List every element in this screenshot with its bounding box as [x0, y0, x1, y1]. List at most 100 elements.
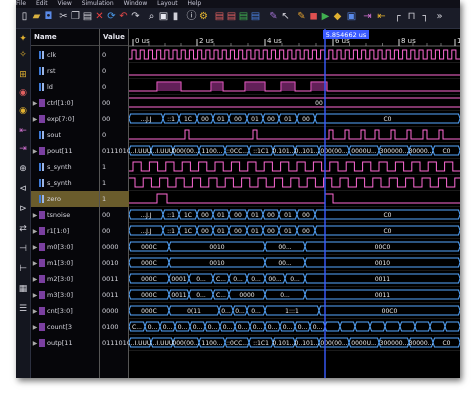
- expand-arrow-icon[interactable]: ▶: [31, 320, 39, 335]
- swap-cursors-icon[interactable]: ⇄: [17, 223, 29, 235]
- bus-signal-icon: [39, 323, 45, 331]
- menu-edit[interactable]: Edit: [36, 0, 48, 7]
- signal-row[interactable]: ▶ tsnoise: [31, 207, 99, 223]
- pointer-icon[interactable]: ↖: [280, 11, 291, 23]
- stop-icon[interactable]: ◼: [308, 11, 319, 23]
- value-column-header[interactable]: Value: [100, 29, 128, 46]
- signal-row[interactable]: ld: [31, 79, 99, 95]
- outp-value-label: ::1C1: [253, 340, 269, 347]
- new-file-icon[interactable]: ▯: [19, 11, 30, 23]
- divider-icon[interactable]: ☰: [17, 303, 29, 315]
- prev-transition-icon[interactable]: ⇤: [17, 125, 29, 137]
- save-icon[interactable]: ◘: [43, 11, 54, 23]
- menu-file[interactable]: File: [16, 0, 26, 7]
- expand-arrow-icon[interactable]: ▶: [31, 240, 39, 255]
- name-column-header[interactable]: Name: [31, 29, 99, 46]
- expand-arrow-icon[interactable]: ▶: [31, 256, 39, 271]
- signal-row[interactable]: sout: [31, 127, 99, 143]
- signal-row[interactable]: ▶ outp[11: [31, 335, 99, 351]
- wave-red-icon[interactable]: ▤: [214, 11, 225, 23]
- pen-icon[interactable]: ✎: [268, 11, 279, 23]
- wave-blue-icon[interactable]: ▤: [250, 11, 261, 23]
- zoom-out-icon[interactable]: ✧: [17, 49, 29, 61]
- waveform-canvas[interactable]: 0 us2 us4 us6 us8 us1000...J.J::11C00010…: [128, 29, 460, 378]
- toolbar: ▯ ▰ ◘ ✂ ❐ ▤ ✕ ⟳ ↶ ↷ ⌕ ▣ ▮ ⓘ ⚙ ▤ ▤ ▤ ▤ ✎ …: [16, 8, 460, 29]
- tsnoise-value-label: 1C: [184, 212, 192, 219]
- signal-row[interactable]: ▶ count[3: [31, 319, 99, 335]
- menu-view[interactable]: View: [58, 0, 72, 7]
- snap-icon[interactable]: ⊣: [17, 243, 29, 255]
- signal-row[interactable]: ▶ ctrl[1:0]: [31, 95, 99, 111]
- cut-icon[interactable]: ✂: [58, 11, 69, 23]
- find-icon[interactable]: ⌕: [146, 11, 157, 23]
- menu-help[interactable]: Help: [188, 0, 202, 7]
- pulse-icon[interactable]: ⊓: [406, 11, 417, 23]
- signal-row[interactable]: ▶ m0[3:0]: [31, 239, 99, 255]
- signal-name: m0[3:0]: [47, 243, 73, 251]
- wave-green-icon[interactable]: ▤: [238, 11, 249, 23]
- next-transition-icon[interactable]: ⇥: [17, 143, 29, 155]
- redo-icon[interactable]: ↷: [130, 11, 141, 23]
- settings-icon[interactable]: ⚙: [198, 11, 209, 23]
- step-icon[interactable]: ◆: [332, 11, 343, 23]
- falling-edge-icon[interactable]: ┐: [420, 11, 431, 23]
- expand-arrow-icon[interactable]: ▶: [31, 272, 39, 287]
- undo-icon[interactable]: ↶: [118, 11, 129, 23]
- prev-marker-icon[interactable]: ⊲: [17, 183, 29, 195]
- signal-row[interactable]: zero: [31, 191, 99, 207]
- run-icon[interactable]: ▶: [320, 11, 331, 23]
- signal-name-panel: Name clk rst ld ▶ ctrl[1:0] ▶ exp[7:0] sout ▶ pou…: [31, 29, 100, 378]
- group-icon[interactable]: ▦: [17, 283, 29, 295]
- expand-arrow-icon[interactable]: ▶: [31, 224, 39, 239]
- expand-arrow-icon[interactable]: ▶: [31, 336, 39, 351]
- more-icon[interactable]: »: [434, 11, 445, 23]
- add-marker-icon[interactable]: ⊕: [17, 163, 29, 175]
- signal-row[interactable]: ▶ exp[7:0]: [31, 111, 99, 127]
- info-icon[interactable]: ⓘ: [186, 11, 197, 23]
- waveform-pane[interactable]: 0 us2 us4 us6 us8 us1000...J.J::11C00010…: [128, 29, 460, 378]
- floating-ruler-icon[interactable]: ⊢: [17, 263, 29, 275]
- signal-row[interactable]: ▶ m1[3:0]: [31, 255, 99, 271]
- marker-icon[interactable]: ▮: [170, 11, 181, 23]
- cursor-prev-icon[interactable]: ⇤: [376, 11, 387, 23]
- go-end-icon[interactable]: ◉: [17, 105, 29, 117]
- cursor-next-icon[interactable]: ⇥: [362, 11, 373, 23]
- signal-row[interactable]: ▶ pout[11: [31, 143, 99, 159]
- expand-arrow-icon[interactable]: ▶: [31, 208, 39, 223]
- expand-arrow-icon[interactable]: ▶: [31, 304, 39, 319]
- expand-arrow-icon[interactable]: ▶: [31, 96, 39, 111]
- signal-row[interactable]: ▶ cnt[3:0]: [31, 303, 99, 319]
- signal-value: 1: [102, 163, 107, 171]
- zoom-fit-icon[interactable]: ▣: [158, 11, 169, 23]
- expand-arrow-icon[interactable]: ▶: [31, 112, 39, 127]
- signal-row[interactable]: ▶ r1[1:0]: [31, 223, 99, 239]
- zoom-in-icon[interactable]: ✦: [17, 33, 29, 45]
- go-start-icon[interactable]: ◉: [17, 87, 29, 99]
- copy-icon[interactable]: ❐: [70, 11, 81, 23]
- signal-row[interactable]: ▶ m3[3:0]: [31, 287, 99, 303]
- wave-add-icon[interactable]: ▤: [226, 11, 237, 23]
- rising-edge-icon[interactable]: ┌: [392, 11, 403, 23]
- next-marker-icon[interactable]: ⊳: [17, 203, 29, 215]
- menu-simulation[interactable]: Simulation: [82, 0, 114, 7]
- count-value-label: 0...: [163, 324, 173, 331]
- signal-row[interactable]: s_synth: [31, 159, 99, 175]
- signal-row[interactable]: rst: [31, 63, 99, 79]
- edit-icon[interactable]: ✎: [296, 11, 307, 23]
- page-icon[interactable]: ▣: [346, 11, 357, 23]
- menu-layout[interactable]: Layout: [157, 0, 177, 7]
- expand-arrow-icon[interactable]: ▶: [31, 288, 39, 303]
- zoom-full-icon[interactable]: ⊞: [17, 69, 29, 81]
- paste-icon[interactable]: ▤: [82, 11, 93, 23]
- delete-icon[interactable]: ✕: [94, 11, 105, 23]
- open-folder-icon[interactable]: ▰: [31, 11, 42, 23]
- undo-redo-icon[interactable]: ⟳: [106, 11, 117, 23]
- signal-row[interactable]: clk: [31, 47, 99, 63]
- signal-name: s_synth: [47, 179, 72, 187]
- count-segment: [384, 321, 401, 332]
- signal-row[interactable]: ▶ m2[3:0]: [31, 271, 99, 287]
- signal-name: clk: [47, 51, 57, 59]
- expand-arrow-icon[interactable]: ▶: [31, 144, 39, 159]
- signal-row[interactable]: s_synth: [31, 175, 99, 191]
- menu-window[interactable]: Window: [124, 0, 148, 7]
